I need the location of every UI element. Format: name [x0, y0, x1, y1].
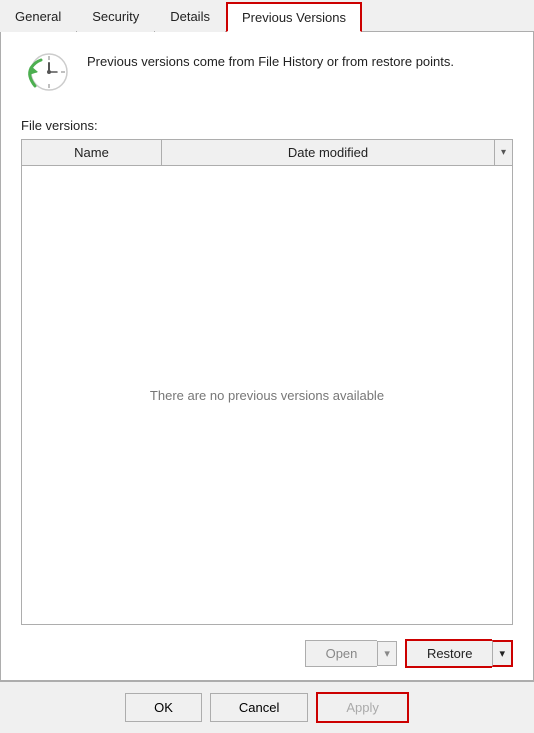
- ok-button[interactable]: OK: [125, 693, 202, 722]
- action-buttons: Open ▾ Restore ▾: [21, 639, 513, 668]
- tab-bar: General Security Details Previous Versio…: [0, 0, 534, 32]
- dialog-footer: OK Cancel Apply: [0, 681, 534, 733]
- col-date-header: Date modified: [162, 140, 494, 165]
- restore-dropdown-button[interactable]: ▾: [492, 640, 513, 667]
- info-row: Previous versions come from File History…: [21, 48, 513, 100]
- dialog: General Security Details Previous Versio…: [0, 0, 534, 733]
- open-button[interactable]: Open: [305, 640, 378, 667]
- column-dropdown-button[interactable]: ▾: [494, 140, 512, 165]
- col-name-header: Name: [22, 140, 162, 165]
- chevron-down-icon: ▾: [501, 147, 506, 158]
- no-versions-message: There are no previous versions available: [150, 388, 384, 403]
- restore-button[interactable]: Restore: [405, 639, 493, 668]
- restore-chevron-icon: ▾: [499, 648, 505, 660]
- file-history-icon: [21, 48, 73, 100]
- open-chevron-icon: ▾: [384, 648, 390, 660]
- versions-table: Name Date modified ▾ There are no previo…: [21, 139, 513, 625]
- open-dropdown-button[interactable]: ▾: [377, 641, 397, 666]
- table-body: There are no previous versions available: [22, 166, 512, 624]
- tab-security[interactable]: Security: [77, 2, 154, 32]
- info-description: Previous versions come from File History…: [87, 48, 454, 72]
- file-versions-label: File versions:: [21, 118, 513, 133]
- tab-general[interactable]: General: [0, 2, 76, 32]
- table-header: Name Date modified ▾: [22, 140, 512, 166]
- tab-previous-versions[interactable]: Previous Versions: [226, 2, 362, 32]
- apply-button[interactable]: Apply: [316, 692, 409, 723]
- content-area: Previous versions come from File History…: [0, 32, 534, 681]
- cancel-button[interactable]: Cancel: [210, 693, 308, 722]
- tab-details[interactable]: Details: [155, 2, 225, 32]
